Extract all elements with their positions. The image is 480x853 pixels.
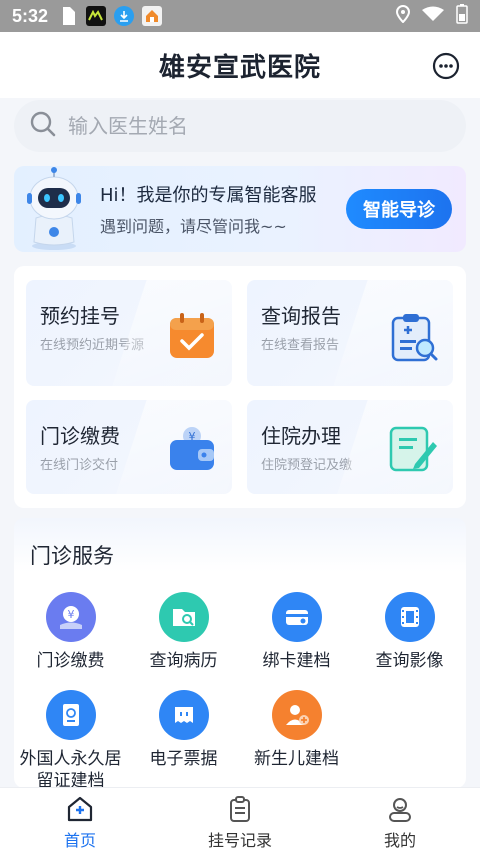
download-icon bbox=[114, 6, 135, 26]
service-label: 门诊缴费 bbox=[36, 651, 105, 671]
status-time: 5:32 bbox=[12, 5, 49, 26]
service-outpatient-payment[interactable]: ¥ 门诊缴费 bbox=[14, 592, 127, 672]
battery-icon bbox=[456, 4, 468, 28]
hospital-app-icon bbox=[142, 6, 163, 26]
tab-registration-records[interactable]: 挂号记录 bbox=[160, 788, 320, 853]
card-icon bbox=[271, 592, 322, 642]
home-icon bbox=[66, 795, 94, 823]
newborn-icon bbox=[271, 690, 322, 740]
report-icon bbox=[387, 310, 439, 362]
robot-icon bbox=[14, 166, 94, 252]
clipboard-icon bbox=[226, 795, 254, 823]
search-bar[interactable] bbox=[14, 100, 466, 152]
service-label: 电子票据 bbox=[149, 749, 218, 769]
payment-icon: ¥ bbox=[45, 592, 96, 642]
calendar-icon bbox=[166, 310, 218, 362]
wifi-icon bbox=[422, 6, 444, 26]
service-foreigner-residence[interactable]: 外国人永久居留证建档 bbox=[14, 690, 127, 792]
quick-actions-panel: 预约挂号 在线预约近期号源 查询报告 在线查看报告 门诊缴费 在线门诊交付 ¥ … bbox=[14, 266, 466, 508]
service-label: 外国人永久居留证建档 bbox=[19, 749, 122, 791]
tab-label: 挂号记录 bbox=[207, 830, 272, 850]
service-imaging[interactable]: 查询影像 bbox=[353, 592, 466, 672]
card-admission[interactable]: 住院办理 住院预登记及缴 bbox=[247, 400, 453, 494]
sim-card-icon bbox=[58, 6, 78, 26]
bottom-tab-bar: 首页 挂号记录 我的 bbox=[0, 787, 480, 853]
wallet-icon: ¥ bbox=[166, 422, 218, 474]
ai-assistant-banner[interactable]: Hi！我是你的专属智能客服 遇到问题，请尽管问我~~ 智能导诊 bbox=[14, 166, 466, 252]
service-label: 查询病历 bbox=[149, 651, 218, 671]
section-title: 门诊服务 bbox=[30, 544, 114, 568]
app-header: 雄安宣武医院 bbox=[0, 32, 480, 98]
service-label: 查询影像 bbox=[375, 651, 444, 671]
service-bind-card[interactable]: 绑卡建档 bbox=[240, 592, 353, 672]
ticket-icon bbox=[158, 690, 209, 740]
svg-text:¥: ¥ bbox=[67, 608, 74, 621]
service-label: 绑卡建档 bbox=[262, 651, 331, 671]
app-notification-icon bbox=[86, 6, 107, 26]
search-icon bbox=[30, 111, 56, 141]
ai-banner-subtitle: 遇到问题，请尽管问我~~ bbox=[100, 217, 287, 236]
ai-banner-title: Hi！我是你的专属智能客服 bbox=[100, 185, 317, 206]
tab-home[interactable]: 首页 bbox=[0, 788, 160, 853]
passport-icon bbox=[45, 690, 96, 740]
page-title: 雄安宣武医院 bbox=[158, 52, 321, 83]
service-label: 新生儿建档 bbox=[254, 749, 339, 769]
location-icon bbox=[395, 4, 411, 27]
card-outpatient-payment[interactable]: 门诊缴费 在线门诊交付 ¥ bbox=[26, 400, 232, 494]
message-icon[interactable] bbox=[432, 52, 460, 80]
smart-guide-button[interactable]: 智能导诊 bbox=[346, 189, 452, 229]
card-report[interactable]: 查询报告 在线查看报告 bbox=[247, 280, 453, 386]
tab-label: 我的 bbox=[383, 830, 416, 850]
card-appointment[interactable]: 预约挂号 在线预约近期号源 bbox=[26, 280, 232, 386]
outpatient-services-section: 门诊服务 ¥ 门诊缴费 查询病历 绑卡建档 查询影像 外国人永久居留证建档 电子 bbox=[14, 518, 466, 791]
status-bar: 5:32 bbox=[0, 0, 480, 32]
search-input[interactable] bbox=[68, 114, 428, 138]
folder-search-icon bbox=[158, 592, 209, 642]
tab-profile[interactable]: 我的 bbox=[320, 788, 480, 853]
service-e-invoice[interactable]: 电子票据 bbox=[127, 690, 240, 770]
film-icon bbox=[384, 592, 435, 642]
service-medical-records[interactable]: 查询病历 bbox=[127, 592, 240, 672]
service-newborn[interactable]: 新生儿建档 bbox=[240, 690, 353, 770]
tab-label: 首页 bbox=[63, 830, 96, 850]
profile-icon bbox=[386, 795, 414, 823]
admission-icon bbox=[387, 422, 439, 474]
